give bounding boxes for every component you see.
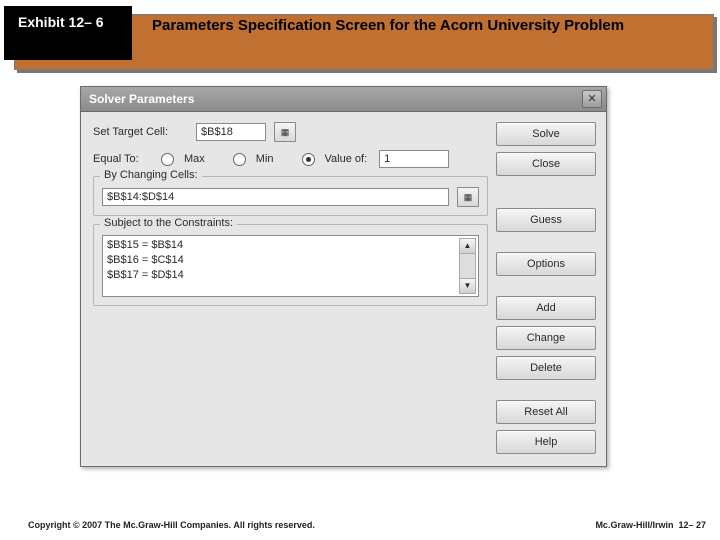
constraints-legend: Subject to the Constraints:	[100, 217, 237, 229]
slide-footer: Copyright © 2007 The Mc.Graw-Hill Compan…	[28, 520, 706, 530]
radio-min[interactable]	[233, 153, 246, 166]
changing-cells-input[interactable]: $B$14:$D$14	[102, 188, 449, 206]
constraints-listbox[interactable]: $B$15 = $B$14 $B$16 = $C$14 $B$17 = $D$1…	[102, 235, 479, 297]
reset-all-button[interactable]: Reset All	[496, 400, 596, 424]
dialog-title: Solver Parameters	[89, 92, 194, 106]
change-button[interactable]: Change	[496, 326, 596, 350]
value-of-input[interactable]: 1	[379, 150, 449, 168]
exhibit-number: Exhibit 12– 6	[18, 14, 104, 30]
options-button[interactable]: Options	[496, 252, 596, 276]
scroll-down-icon[interactable]: ▼	[460, 278, 475, 293]
scroll-up-icon[interactable]: ▲	[460, 239, 475, 254]
constraint-row[interactable]: $B$15 = $B$14	[107, 238, 458, 253]
equal-to-label: Equal To:	[93, 153, 153, 165]
help-button[interactable]: Help	[496, 430, 596, 454]
radio-value-of[interactable]	[302, 153, 315, 166]
exhibit-number-box: Exhibit 12– 6	[4, 6, 132, 60]
footer-right: Mc.Graw-Hill/Irwin 12– 27	[595, 520, 706, 530]
ref-picker-icon[interactable]: ▦	[274, 122, 296, 142]
delete-button[interactable]: Delete	[496, 356, 596, 380]
radio-min-label: Min	[256, 153, 274, 165]
slide-header: Exhibit 12– 6 Parameters Specification S…	[0, 6, 720, 74]
page-number: 12– 27	[678, 520, 706, 530]
brand-text: Mc.Graw-Hill/Irwin	[595, 520, 673, 530]
changing-cells-legend: By Changing Cells:	[100, 169, 202, 181]
add-button[interactable]: Add	[496, 296, 596, 320]
target-cell-label: Set Target Cell:	[93, 126, 188, 138]
constraint-row[interactable]: $B$17 = $D$14	[107, 268, 458, 283]
solver-parameters-dialog: Solver Parameters ✕ Set Target Cell: $B$…	[80, 86, 607, 467]
radio-value-of-label: Value of:	[325, 153, 368, 165]
dialog-titlebar: Solver Parameters ✕	[81, 87, 606, 112]
solve-button[interactable]: Solve	[496, 122, 596, 146]
guess-button[interactable]: Guess	[496, 208, 596, 232]
changing-cells-group: By Changing Cells: $B$14:$D$14 ▦	[93, 176, 488, 216]
listbox-scrollbar[interactable]: ▲ ▼	[459, 238, 476, 294]
ref-picker-icon[interactable]: ▦	[457, 187, 479, 207]
copyright-text: Copyright © 2007 The Mc.Graw-Hill Compan…	[28, 520, 315, 530]
constraints-group: Subject to the Constraints: $B$15 = $B$1…	[93, 224, 488, 306]
constraint-row[interactable]: $B$16 = $C$14	[107, 253, 458, 268]
target-cell-input[interactable]: $B$18	[196, 123, 266, 141]
close-icon[interactable]: ✕	[582, 90, 602, 108]
radio-max[interactable]	[161, 153, 174, 166]
exhibit-title: Parameters Specification Screen for the …	[152, 16, 700, 36]
radio-max-label: Max	[184, 153, 205, 165]
close-button[interactable]: Close	[496, 152, 596, 176]
